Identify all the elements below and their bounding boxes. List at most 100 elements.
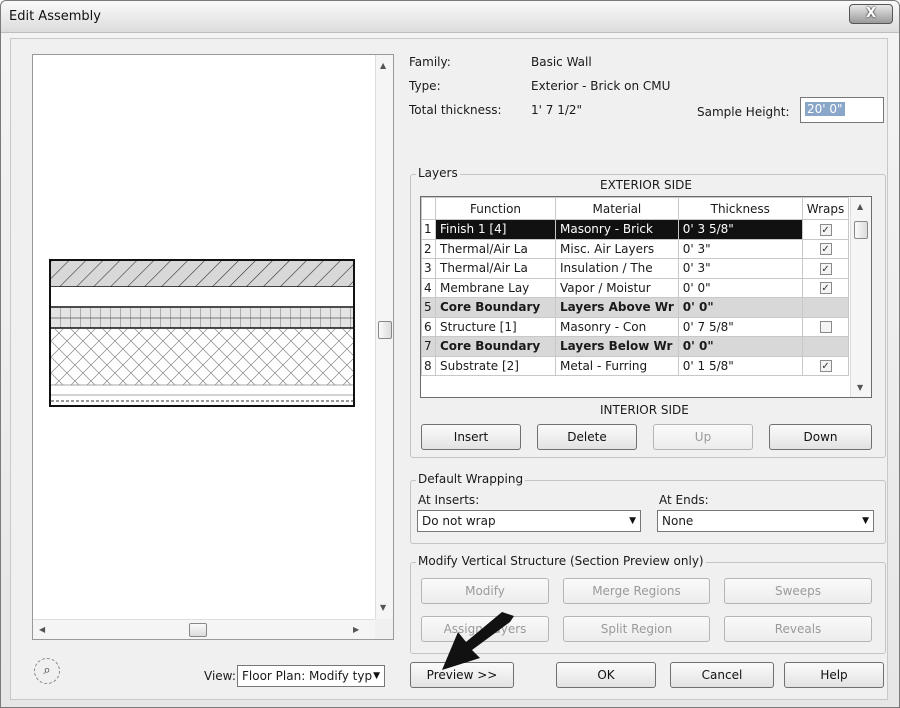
delete-button[interactable]: Delete (537, 424, 637, 450)
layer-thickness[interactable]: 0' 3 5/8" (677, 219, 803, 240)
layer-thickness[interactable]: 0' 7 5/8" (677, 316, 803, 337)
layer-thickness[interactable]: 0' 0" (677, 336, 803, 357)
help-button[interactable]: Help (784, 662, 884, 688)
layer-function[interactable]: Substrate [2] (435, 355, 556, 376)
family-value: Basic Wall (531, 55, 592, 69)
modify-vertical-structure-label: Modify Vertical Structure (Section Previ… (416, 554, 706, 568)
sample-height-value: 20' 0" (805, 102, 845, 116)
column-header-function[interactable]: Function (435, 197, 556, 220)
layer-thickness[interactable]: 0' 0" (677, 297, 803, 318)
layers-group-label: Layers (416, 166, 460, 180)
at-ends-select[interactable]: None ▼ (657, 510, 874, 532)
reveals-button[interactable]: Reveals (724, 616, 872, 642)
scroll-corner (375, 619, 393, 639)
wraps-checkbox[interactable]: ✓ (819, 360, 832, 373)
wraps-checkbox[interactable] (819, 321, 832, 334)
layer-thickness[interactable]: 0' 3" (677, 258, 803, 279)
cancel-button[interactable]: Cancel (670, 662, 774, 688)
scroll-right-arrow-icon[interactable]: ▶ (353, 625, 359, 634)
layer-material[interactable]: Masonry - Con (555, 316, 679, 337)
preview-horizontal-thumb[interactable] (189, 623, 207, 637)
view-select-value: Floor Plan: Modify typ (242, 669, 373, 683)
at-inserts-label: At Inserts: (418, 493, 480, 507)
zoom-icon[interactable]: ⌕ (34, 658, 60, 684)
layer-material[interactable]: Vapor / Moistur (555, 277, 679, 298)
at-ends-value: None (662, 514, 694, 528)
ok-button[interactable]: OK (556, 662, 656, 688)
layer-material[interactable]: Layers Above Wr (555, 297, 679, 318)
layer-wraps (801, 297, 850, 318)
up-button[interactable]: Up (653, 424, 753, 450)
table-row[interactable]: 4 Membrane Lay Vapor / Moistur 0' 0" ✓ (421, 277, 850, 298)
layers-table-scroll-thumb[interactable] (854, 221, 868, 239)
table-row[interactable]: 5 Core Boundary Layers Above Wr 0' 0" (421, 297, 850, 318)
layer-wraps: ✓ (801, 277, 850, 298)
layer-thickness[interactable]: 0' 1 5/8" (677, 355, 803, 376)
column-header-material[interactable]: Material (555, 197, 679, 220)
layer-function[interactable]: Membrane Lay (435, 277, 556, 298)
section-preview-pane[interactable]: ▲ ▼ ◀ ▶ (32, 54, 394, 640)
column-header-thickness[interactable]: Thickness (677, 197, 803, 220)
down-button[interactable]: Down (769, 424, 872, 450)
layer-material[interactable]: Metal - Furring (555, 355, 679, 376)
table-row[interactable]: 1 Finish 1 [4] Masonry - Brick 0' 3 5/8" ✓ (421, 219, 850, 240)
merge-regions-button[interactable]: Merge Regions (563, 578, 710, 604)
layer-function[interactable]: Structure [1] (435, 316, 556, 337)
wall-section-drawing (49, 259, 355, 407)
layers-table-body: 1 Finish 1 [4] Masonry - Brick 0' 3 5/8" ✓ 2 T… (421, 219, 850, 376)
layer-function[interactable]: Thermal/Air La (435, 258, 556, 279)
wraps-checkbox[interactable]: ✓ (819, 262, 832, 275)
wraps-checkbox[interactable]: ✓ (819, 282, 832, 295)
family-label: Family: (409, 55, 451, 69)
wall-section-svg (51, 261, 353, 402)
layer-material[interactable]: Misc. Air Layers (555, 238, 679, 259)
sample-height-input[interactable]: 20' 0" (800, 97, 884, 123)
table-header-row: Function Material Thickness Wraps (421, 197, 850, 220)
view-select[interactable]: Floor Plan: Modify typ ▼ (237, 665, 385, 687)
sample-height-label: Sample Height: (697, 105, 790, 119)
layer-index: 7 (421, 336, 436, 357)
table-row[interactable]: 3 Thermal/Air La Insulation / The 0' 3" ✓ (421, 258, 850, 279)
table-row[interactable]: 8 Substrate [2] Metal - Furring 0' 1 5/8" ✓ (421, 355, 850, 376)
sweeps-button[interactable]: Sweeps (724, 578, 872, 604)
column-header-wraps[interactable]: Wraps (801, 197, 850, 220)
insert-button[interactable]: Insert (421, 424, 521, 450)
layer-material[interactable]: Layers Below Wr (555, 336, 679, 357)
table-row[interactable]: 6 Structure [1] Masonry - Con 0' 7 5/8" (421, 316, 850, 337)
layer-function[interactable]: Core Boundary (435, 336, 556, 357)
scroll-down-arrow-icon[interactable]: ▼ (857, 383, 863, 392)
layers-table-scrollbar[interactable]: ▲ ▼ (850, 197, 871, 397)
scroll-up-arrow-icon[interactable]: ▲ (380, 61, 386, 70)
at-inserts-select[interactable]: Do not wrap ▼ (417, 510, 641, 532)
layer-material[interactable]: Masonry - Brick (555, 219, 679, 240)
scroll-up-arrow-icon[interactable]: ▲ (857, 202, 863, 211)
dialog-title: Edit Assembly (9, 9, 101, 24)
scroll-left-arrow-icon[interactable]: ◀ (39, 625, 45, 634)
layer-thickness[interactable]: 0' 0" (677, 277, 803, 298)
modify-button[interactable]: Modify (421, 578, 549, 604)
layer-index: 5 (421, 297, 436, 318)
default-wrapping-label: Default Wrapping (416, 472, 526, 486)
layer-wraps: ✓ (801, 258, 850, 279)
interior-side-label: INTERIOR SIDE (600, 403, 689, 417)
layer-wraps: ✓ (801, 355, 850, 376)
layer-function[interactable]: Finish 1 [4] (435, 219, 556, 240)
split-region-button[interactable]: Split Region (563, 616, 710, 642)
preview-vertical-thumb[interactable] (378, 321, 392, 339)
scroll-down-arrow-icon[interactable]: ▼ (380, 603, 386, 612)
layer-function[interactable]: Thermal/Air La (435, 238, 556, 259)
type-value: Exterior - Brick on CMU (531, 79, 671, 93)
layer-index: 2 (421, 238, 436, 259)
preview-horizontal-scrollbar[interactable]: ◀ ▶ (33, 619, 377, 639)
column-header-index (421, 197, 436, 220)
preview-vertical-scrollbar[interactable]: ▲ ▼ (375, 55, 393, 621)
wraps-checkbox[interactable]: ✓ (819, 223, 832, 236)
wraps-checkbox[interactable]: ✓ (819, 243, 832, 256)
layer-function[interactable]: Core Boundary (435, 297, 556, 318)
layers-table[interactable]: Function Material Thickness Wraps 1 Finis… (420, 196, 872, 398)
table-row[interactable]: 2 Thermal/Air La Misc. Air Layers 0' 3" ✓ (421, 238, 850, 259)
close-button[interactable]: X (849, 4, 893, 24)
layer-thickness[interactable]: 0' 3" (677, 238, 803, 259)
layer-material[interactable]: Insulation / The (555, 258, 679, 279)
table-row[interactable]: 7 Core Boundary Layers Below Wr 0' 0" (421, 336, 850, 357)
